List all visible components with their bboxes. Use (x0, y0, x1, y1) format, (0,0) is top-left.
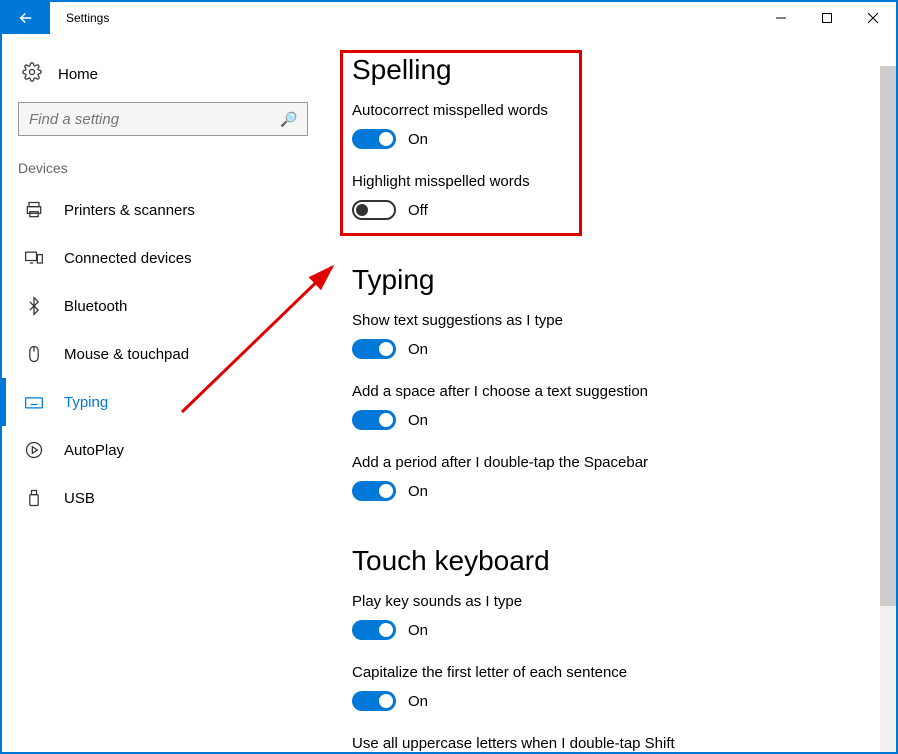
setting-label: Highlight misspelled words (352, 173, 866, 190)
setting-keysounds: Play key sounds as I type On (352, 593, 866, 640)
toggle-row: On (352, 620, 866, 640)
close-icon (867, 12, 879, 24)
devices-icon (24, 248, 44, 268)
setting-label: Autocorrect misspelled words (352, 102, 866, 119)
maximize-icon (821, 12, 833, 24)
mouse-icon (24, 344, 44, 364)
sidebar-item-connected[interactable]: Connected devices (18, 234, 322, 282)
section-title-typing: Typing (352, 264, 866, 296)
setting-label: Show text suggestions as I type (352, 312, 866, 329)
autoplay-icon (24, 440, 44, 460)
toggle-row: On (352, 339, 866, 359)
section-title-spelling: Spelling (352, 54, 866, 86)
scrollbar[interactable] (880, 66, 896, 752)
sidebar-item-label: Printers & scanners (64, 202, 195, 219)
settings-window: Settings Home 🔍 Devices Printers & scann… (0, 0, 898, 754)
toggle-suggestions[interactable] (352, 339, 396, 359)
minimize-icon (775, 12, 787, 24)
toggle-addspace[interactable] (352, 410, 396, 430)
toggle-row: On (352, 481, 866, 501)
toggle-state: On (408, 412, 428, 429)
toggle-row: Off (352, 200, 866, 220)
sidebar-home-label: Home (58, 66, 98, 83)
window-controls (758, 2, 896, 34)
search-input[interactable] (29, 111, 280, 128)
toggle-row: On (352, 129, 866, 149)
close-button[interactable] (850, 2, 896, 34)
setting-highlight: Highlight misspelled words Off (352, 173, 866, 220)
sidebar: Home 🔍 Devices Printers & scanners Conne… (2, 34, 322, 752)
bluetooth-icon (24, 296, 44, 316)
search-box[interactable]: 🔍 (18, 102, 308, 136)
gear-icon (22, 62, 42, 86)
setting-label: Add a space after I choose a text sugges… (352, 383, 866, 400)
sidebar-item-label: Typing (64, 394, 108, 411)
setting-addperiod: Add a period after I double-tap the Spac… (352, 454, 866, 501)
usb-icon (24, 488, 44, 508)
section-title-touch: Touch keyboard (352, 545, 866, 577)
setting-suggestions: Show text suggestions as I type On (352, 312, 866, 359)
setting-capitalize: Capitalize the first letter of each sent… (352, 664, 866, 711)
setting-uppercase: Use all uppercase letters when I double-… (352, 735, 866, 752)
toggle-state: On (408, 693, 428, 710)
setting-label: Capitalize the first letter of each sent… (352, 664, 866, 681)
toggle-state: On (408, 622, 428, 639)
sidebar-item-label: Connected devices (64, 250, 192, 267)
sidebar-item-label: AutoPlay (64, 442, 124, 459)
sidebar-item-bluetooth[interactable]: Bluetooth (18, 282, 322, 330)
sidebar-item-mouse[interactable]: Mouse & touchpad (18, 330, 322, 378)
sidebar-item-printers[interactable]: Printers & scanners (18, 186, 322, 234)
search-icon: 🔍 (280, 111, 297, 128)
toggle-state: On (408, 131, 428, 148)
scroll-thumb[interactable] (880, 66, 896, 606)
setting-label: Play key sounds as I type (352, 593, 866, 610)
keyboard-icon (24, 392, 44, 412)
sidebar-category: Devices (18, 156, 322, 186)
sidebar-home[interactable]: Home (18, 54, 322, 102)
toggle-state: On (408, 483, 428, 500)
setting-label: Use all uppercase letters when I double-… (352, 735, 866, 752)
toggle-row: On (352, 410, 866, 430)
sidebar-item-label: Bluetooth (64, 298, 127, 315)
toggle-state: On (408, 341, 428, 358)
toggle-state: Off (408, 202, 428, 219)
maximize-button[interactable] (804, 2, 850, 34)
printer-icon (24, 200, 44, 220)
sidebar-item-label: Mouse & touchpad (64, 346, 189, 363)
titlebar: Settings (2, 2, 896, 34)
setting-autocorrect: Autocorrect misspelled words On (352, 102, 866, 149)
arrow-left-icon (17, 9, 35, 27)
toggle-addperiod[interactable] (352, 481, 396, 501)
window-title: Settings (50, 2, 758, 34)
toggle-capitalize[interactable] (352, 691, 396, 711)
toggle-row: On (352, 691, 866, 711)
toggle-keysounds[interactable] (352, 620, 396, 640)
toggle-highlight[interactable] (352, 200, 396, 220)
setting-addspace: Add a space after I choose a text sugges… (352, 383, 866, 430)
sidebar-item-label: USB (64, 490, 95, 507)
sidebar-item-autoplay[interactable]: AutoPlay (18, 426, 322, 474)
setting-label: Add a period after I double-tap the Spac… (352, 454, 866, 471)
sidebar-item-usb[interactable]: USB (18, 474, 322, 522)
sidebar-item-typing[interactable]: Typing (18, 378, 322, 426)
main-panel: Spelling Autocorrect misspelled words On… (322, 34, 896, 752)
minimize-button[interactable] (758, 2, 804, 34)
toggle-autocorrect[interactable] (352, 129, 396, 149)
content-area: Home 🔍 Devices Printers & scanners Conne… (2, 34, 896, 752)
back-button[interactable] (2, 2, 50, 34)
